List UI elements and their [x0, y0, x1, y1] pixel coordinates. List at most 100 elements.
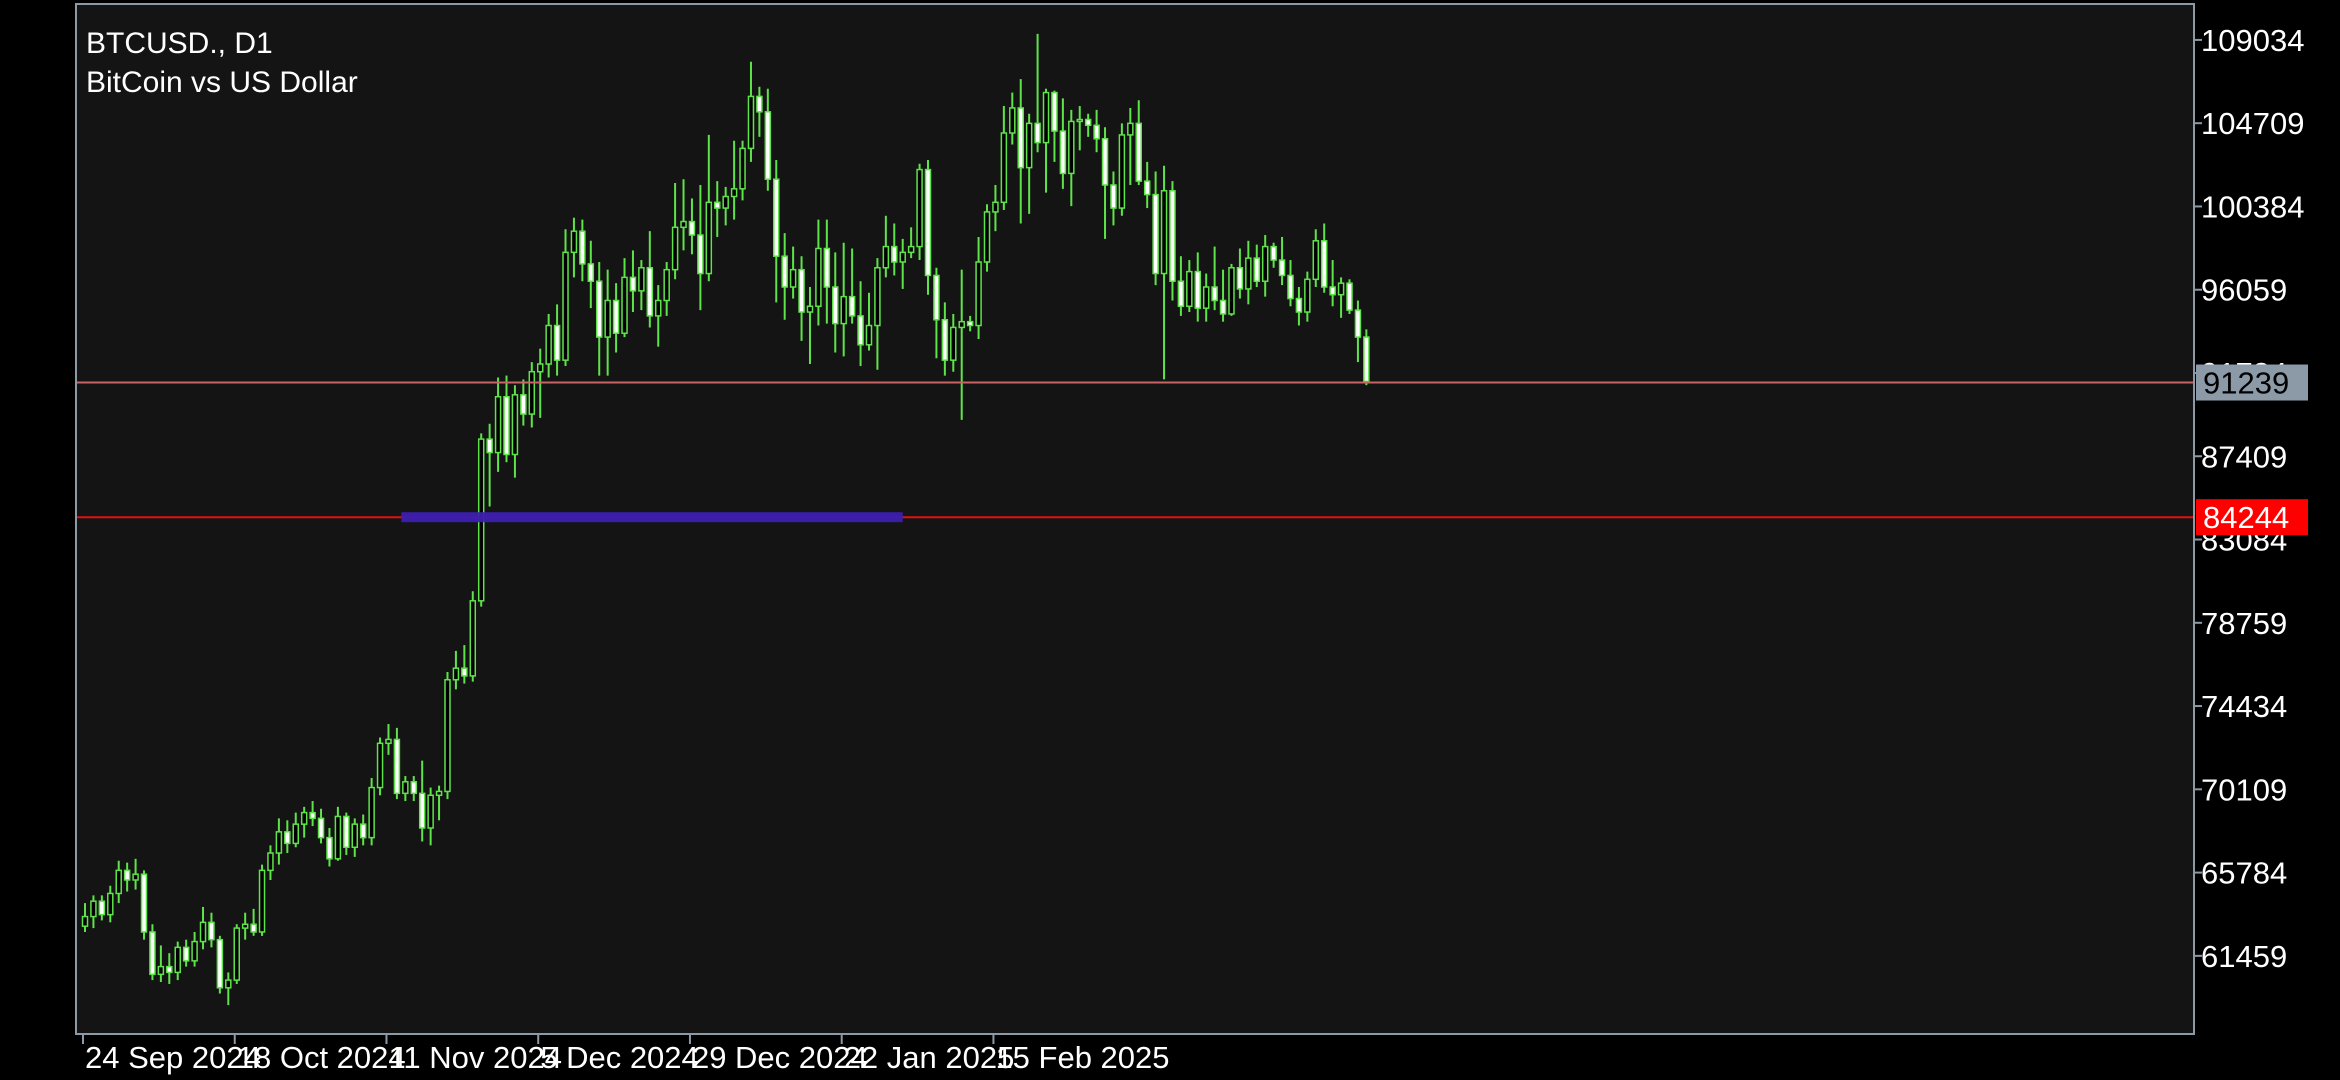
candle-body-bull [402, 781, 409, 795]
candle-body-bear [250, 923, 257, 933]
candle-body-bull [705, 201, 713, 275]
candle-body-bear [924, 168, 932, 277]
candle-body-bear [149, 931, 156, 976]
candle-body-bull [385, 738, 392, 745]
candle-body-bull [1118, 134, 1126, 209]
candle-body-bear [1017, 107, 1024, 169]
candle-body-bull [874, 267, 881, 327]
candle-body-bull [107, 892, 114, 916]
candle-body-bear [520, 394, 527, 415]
y-tick-label: 78759 [2201, 606, 2287, 641]
candle-body-bear [1051, 91, 1058, 132]
price-chart[interactable]: 1090341047091003849605991734874098308478… [0, 0, 2340, 1080]
candle-body-bear [166, 965, 173, 974]
candle-body-bull [1068, 120, 1075, 175]
candle-body-bull [1304, 278, 1311, 313]
candle-body-bear [98, 900, 106, 916]
support-zone[interactable] [401, 512, 903, 523]
candle-body-bear [587, 263, 595, 282]
candle-body-bull [1186, 270, 1193, 308]
candle-body-bull [115, 869, 122, 895]
candle-body-bear [1329, 286, 1336, 296]
candle-body-bull [975, 261, 982, 327]
candle-body-bull [1076, 118, 1083, 123]
candle-body-bear [579, 230, 586, 265]
candle-body-bull [199, 921, 207, 943]
candle-body-bull [840, 295, 847, 325]
candle-body-bull [722, 195, 729, 209]
candle-body-bear [1152, 193, 1159, 275]
candle-body-bull [562, 251, 569, 361]
candle-body-bear [891, 245, 898, 263]
candle-body-bear [756, 95, 763, 113]
candle-body-bull [275, 831, 283, 854]
candle-body-bear [1101, 138, 1109, 186]
candle-body-bull [1000, 132, 1008, 204]
candle-body-bear [1093, 124, 1100, 140]
candle-body-bull [511, 394, 519, 456]
candle-body-bull [907, 245, 915, 254]
candle-body-bull [368, 786, 375, 839]
candle-body-bear [1363, 336, 1370, 383]
candle-body-bull [90, 900, 97, 918]
candle-body-bull [1160, 189, 1168, 275]
candle-body-bull [1009, 107, 1016, 134]
candle-body-bear [798, 268, 805, 313]
candle-body-bull [469, 600, 477, 677]
candle-body-bear [1177, 280, 1185, 308]
candle-body-bull [815, 247, 822, 308]
plot-area [76, 4, 2194, 1034]
chart-description: BitCoin vs US Dollar [86, 66, 358, 99]
candle-body-bear [933, 274, 940, 321]
candle-body-bear [612, 299, 620, 334]
candle-body-bear [1346, 282, 1353, 311]
candle-body-bear [688, 220, 696, 236]
candle-body-bull [789, 268, 797, 288]
candle-body-bull [81, 915, 89, 927]
y-tick-label: 100384 [2201, 189, 2304, 224]
candle-body-bull [1127, 122, 1134, 136]
candle-body-bull [950, 326, 957, 361]
candle-body-bear [486, 438, 493, 454]
candle-body-bull [663, 268, 670, 302]
candle-body-bear [208, 921, 215, 941]
candle-body-bear [326, 836, 333, 860]
candle-body-bear [216, 938, 224, 989]
candle-body-bear [823, 247, 831, 288]
candle-body-bull [730, 188, 738, 198]
candle-body-bull [300, 811, 308, 825]
candle-body-bull [865, 324, 873, 346]
candle-body-bull [427, 794, 434, 829]
candle-body-bear [629, 276, 637, 292]
candle-body-bull [638, 267, 645, 292]
x-tick-label: 18 Oct 2024 [237, 1040, 406, 1075]
candle-body-bear [309, 811, 316, 820]
candle-body-bear [1320, 240, 1328, 288]
candle-body-bull [157, 965, 165, 976]
candle-body-bull [444, 679, 451, 793]
y-tick-label: 70109 [2201, 772, 2287, 807]
candle-body-bear [1110, 184, 1117, 209]
candle-body-bull [225, 979, 232, 989]
y-tick-label: 96059 [2201, 273, 2287, 308]
candle-body-bear [553, 324, 561, 361]
x-tick-label: 15 Feb 2025 [995, 1040, 1169, 1075]
x-tick-label: 24 Sep 2024 [85, 1040, 261, 1075]
candle-body-bear [317, 817, 325, 839]
candle-body-bear [857, 315, 864, 346]
candle-body-bear [284, 831, 291, 845]
candle-body-bull [882, 245, 890, 269]
y-tick-label: 74434 [2201, 689, 2287, 724]
candle-body-bull [1042, 91, 1050, 144]
candle-body-bear [140, 873, 148, 933]
y-tick-label: 65784 [2201, 856, 2287, 891]
candle-body-bear [182, 946, 190, 962]
candle-body-bear [1059, 130, 1067, 175]
candle-body-bull [654, 299, 662, 317]
candle-body-bear [343, 815, 350, 849]
candle-body-bear [1295, 297, 1303, 313]
candle-body-bull [747, 95, 755, 150]
candle-body-bear [1135, 122, 1142, 182]
chart-symbol-title: BTCUSD., D1 [86, 27, 273, 60]
level-price-tag-label: 84244 [2203, 500, 2289, 535]
